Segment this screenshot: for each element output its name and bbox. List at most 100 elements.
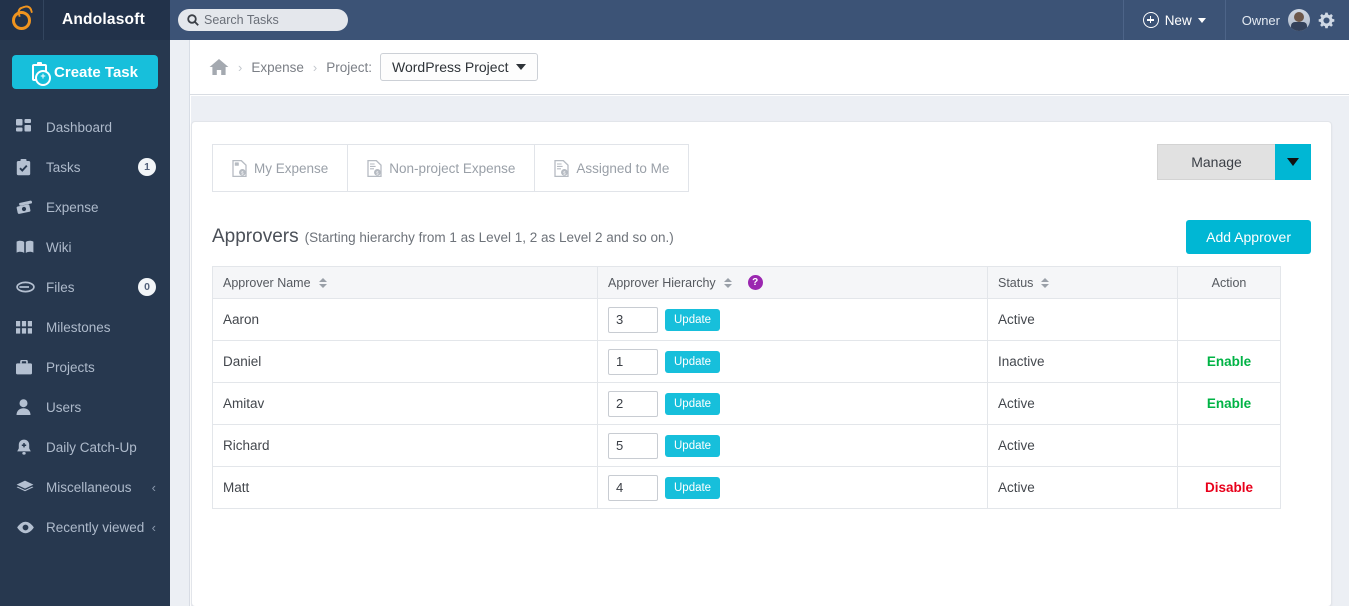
sidebar-item-dashboard[interactable]: Dashboard (0, 107, 170, 147)
manage-button[interactable]: Manage (1157, 144, 1275, 180)
breadcrumb: › Expense › Project: WordPress Project (190, 40, 1349, 95)
breadcrumb-project-label: Project: (326, 59, 373, 75)
create-task-button[interactable]: Create Task (12, 55, 158, 89)
tab-label: My Expense (254, 160, 329, 176)
create-task-label: Create Task (54, 63, 138, 81)
table-head: Approver Name Approver Hierarchy ? Statu… (212, 266, 1281, 299)
update-button[interactable]: Update (665, 434, 721, 457)
caret-down-icon (1287, 158, 1299, 166)
home-icon[interactable] (209, 58, 229, 76)
action-cell (1177, 298, 1281, 341)
sidebar-item-label: Tasks (46, 159, 81, 175)
approver-hierarchy-cell: Update (597, 382, 988, 425)
sidebar-item-wiki[interactable]: Wiki (0, 227, 170, 267)
sort-icon[interactable] (318, 277, 327, 288)
sidebar-nav: Dashboard Tasks 1 Expense Wiki Files 0 M… (0, 105, 170, 547)
hierarchy-input[interactable] (608, 306, 658, 333)
help-icon[interactable]: ? (747, 275, 763, 290)
ring-logo-icon (0, 0, 44, 40)
sidebar-item-users[interactable]: Users (0, 387, 170, 427)
avatar[interactable] (1288, 9, 1310, 31)
status-cell: Active (987, 424, 1178, 467)
expense-tabs: $ My Expense $ Non-project Expense $ Ass… (212, 144, 690, 192)
manage-dropdown-toggle[interactable] (1275, 144, 1311, 180)
sidebar-item-daily-catch-up[interactable]: Daily Catch-Up (0, 427, 170, 467)
paperclip-icon (16, 281, 38, 293)
tab-assigned-to-me[interactable]: $ Assigned to Me (535, 145, 689, 191)
sidebar-item-files[interactable]: Files 0 (0, 267, 170, 307)
sidebar-gutter (170, 40, 190, 606)
sidebar-item-tasks[interactable]: Tasks 1 (0, 147, 170, 187)
update-button[interactable]: Update (665, 392, 721, 415)
document-dollar-icon: $ (554, 159, 570, 177)
tab-non-project-expense[interactable]: $ Non-project Expense (348, 145, 536, 191)
approver-hierarchy-cell: Update (597, 466, 988, 509)
table-body: Aaron Update Active Dan (212, 298, 1281, 509)
sort-icon[interactable] (723, 277, 732, 288)
sidebar-item-expense[interactable]: Expense (0, 187, 170, 227)
status-cell: Active (987, 466, 1178, 509)
column-label: Action (1211, 275, 1247, 290)
sidebar-item-label: Expense (46, 199, 99, 215)
table-row: Richard Update Active (212, 424, 1281, 467)
sidebar-item-projects[interactable]: Projects (0, 347, 170, 387)
project-select[interactable]: WordPress Project (380, 53, 539, 81)
gear-icon[interactable] (1318, 12, 1335, 29)
approvers-title: Approvers (212, 226, 299, 247)
main-content: $ My Expense $ Non-project Expense $ Ass… (191, 96, 1349, 606)
grid-icon (16, 119, 38, 135)
status-cell: Active (987, 382, 1178, 425)
column-label: Status (998, 275, 1034, 290)
action-link[interactable]: Enable (1207, 354, 1251, 369)
update-button[interactable]: Update (665, 308, 721, 331)
table-row: Matt Update Active Disable (212, 466, 1281, 509)
search-box[interactable] (178, 9, 348, 31)
approver-name-cell: Amitav (212, 382, 598, 425)
chevron-down-icon (516, 64, 527, 70)
table-row: Daniel Update Inactive Enable (212, 340, 1281, 383)
approver-name-cell: Richard (212, 424, 598, 467)
column-approver-hierarchy[interactable]: Approver Hierarchy ? (597, 266, 988, 299)
sort-icon[interactable] (1041, 277, 1050, 288)
action-link[interactable]: Disable (1205, 480, 1253, 495)
update-button[interactable]: Update (665, 476, 721, 499)
status-cell: Inactive (987, 340, 1178, 383)
hierarchy-input[interactable] (608, 390, 658, 417)
tab-my-expense[interactable]: $ My Expense (213, 145, 349, 191)
chevron-left-icon[interactable]: ‹ (152, 520, 156, 535)
update-button[interactable]: Update (665, 350, 721, 373)
sidebar-item-label: Miscellaneous (46, 479, 132, 495)
table-row: Aaron Update Active (212, 298, 1281, 341)
table-row: Amitav Update Active Enable (212, 382, 1281, 425)
action-link[interactable]: Enable (1207, 396, 1251, 411)
action-cell: Enable (1177, 382, 1281, 425)
sidebar-item-label: Milestones (46, 319, 111, 335)
sidebar-item-miscellaneous[interactable]: Miscellaneous ‹ (0, 467, 170, 507)
sidebar-item-label: Daily Catch-Up (46, 439, 137, 455)
chevron-left-icon[interactable]: ‹ (152, 480, 156, 495)
tabs-row: $ My Expense $ Non-project Expense $ Ass… (212, 144, 1311, 192)
owner-group[interactable]: Owner (1226, 9, 1349, 31)
hierarchy-input[interactable] (608, 348, 658, 375)
column-approver-name[interactable]: Approver Name (212, 266, 598, 299)
sidebar-item-recently-viewed[interactable]: Recently viewed ‹ (0, 507, 170, 547)
approver-name-cell: Daniel (212, 340, 598, 383)
approver-hierarchy-cell: Update (597, 298, 988, 341)
action-cell: Enable (1177, 340, 1281, 383)
new-label: New (1164, 12, 1192, 28)
project-select-value: WordPress Project (392, 59, 509, 75)
breadcrumb-separator: › (238, 59, 243, 75)
column-label: Approver Name (223, 275, 311, 290)
search-input[interactable] (204, 13, 329, 27)
hierarchy-input[interactable] (608, 474, 658, 501)
manage-button-group: Manage (1157, 144, 1311, 180)
action-cell (1177, 424, 1281, 467)
hierarchy-input[interactable] (608, 432, 658, 459)
breadcrumb-expense[interactable]: Expense (251, 60, 304, 75)
add-approver-button[interactable]: Add Approver (1186, 220, 1311, 254)
expense-doc-icon: $ (232, 159, 247, 177)
column-status[interactable]: Status (987, 266, 1178, 299)
new-button[interactable]: New (1122, 0, 1226, 40)
sidebar-item-milestones[interactable]: Milestones (0, 307, 170, 347)
clipboard-check-icon (16, 158, 38, 176)
